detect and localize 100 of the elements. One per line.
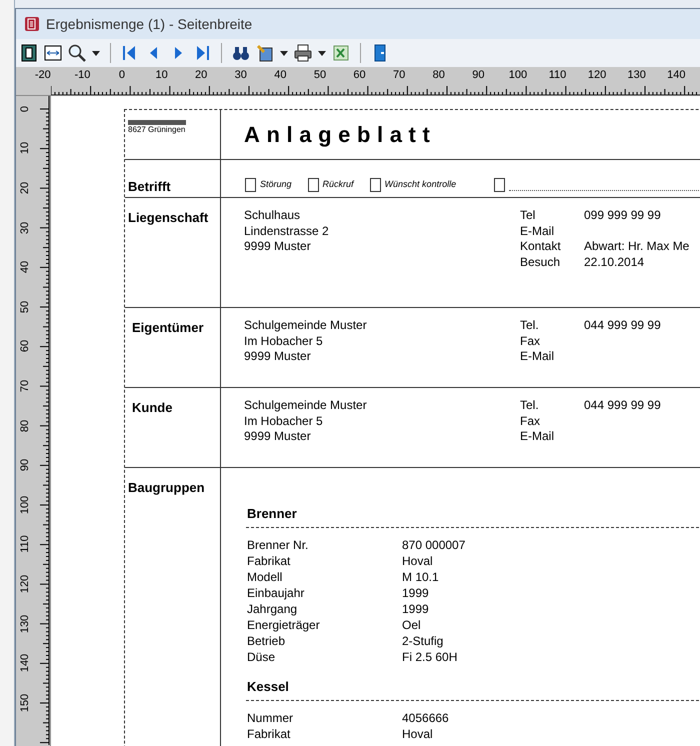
ruler-label: 110 <box>548 69 568 81</box>
fill-in-line[interactable] <box>509 190 700 191</box>
field-label: Jahrgang <box>247 601 298 617</box>
field-label: Düse <box>247 649 276 665</box>
ruler-label: 150 <box>19 694 31 712</box>
contact-value: 22.10.2014 <box>584 254 644 270</box>
field-value: 4056666 <box>402 710 449 726</box>
contact-label: Fax <box>520 414 542 429</box>
ruler-label: 110 <box>19 536 31 554</box>
field-label: Einbaujahr <box>247 585 306 601</box>
ruler-label: 70 <box>19 380 31 392</box>
report-title: Anlageblatt <box>244 121 436 149</box>
contact-label: E-Mail <box>520 349 556 364</box>
address-line: Schulhaus <box>244 208 302 224</box>
field-label: Fabrikat <box>247 726 292 742</box>
checkbox-label: Wünscht kontrolle <box>384 178 456 192</box>
row-label: Baugruppen <box>128 480 205 495</box>
ruler-label: 40 <box>19 261 31 274</box>
contact-label: Tel. <box>520 318 540 334</box>
page-width-icon[interactable] <box>44 44 62 62</box>
ruler-label: -10 <box>73 69 92 81</box>
address-line: Im Hobacher 5 <box>244 414 324 429</box>
contact-value: 044 999 99 99 <box>584 318 661 334</box>
ruler-label: 90 <box>19 459 31 472</box>
contact-label: E-Mail <box>520 429 556 444</box>
contact-value: 044 999 99 99 <box>584 398 661 414</box>
address-line: 9999 Muster <box>244 349 312 364</box>
caret-icon[interactable] <box>318 50 326 56</box>
redacted-block <box>128 120 186 125</box>
ruler-label: 80 <box>19 419 31 432</box>
checkbox-label: Störung <box>260 178 292 192</box>
ruler-label: 30 <box>234 69 248 81</box>
ruler-label: 0 <box>19 106 31 112</box>
ruler-label: 60 <box>352 69 367 81</box>
field-label: Energieträger <box>247 617 321 633</box>
row-label: Liegenschaft <box>128 210 208 225</box>
field-label: Nummer <box>247 710 294 726</box>
caret-icon[interactable] <box>280 50 288 56</box>
search-icon[interactable] <box>68 44 86 62</box>
ruler-label: 50 <box>19 300 31 313</box>
ruler-label: 10 <box>154 69 169 81</box>
field-value: 1999 <box>402 585 429 601</box>
caret-icon[interactable] <box>92 50 100 56</box>
ruler-label: -20 <box>34 69 52 81</box>
ruler-label: 140 <box>19 654 31 672</box>
ruler-label: 80 <box>432 69 446 81</box>
ruler-label: 100 <box>19 496 31 514</box>
field-value: Oel <box>402 617 421 633</box>
contact-label: Tel <box>520 208 536 224</box>
field-label: Fabrikat <box>247 553 292 569</box>
field-value: Fi 2.5 60H <box>402 649 458 665</box>
contact-value: 099 999 99 99 <box>584 208 661 224</box>
address-line: Im Hobacher 5 <box>244 334 324 349</box>
row-label: Kunde <box>132 400 172 415</box>
contact-label: Kontakt <box>520 239 562 254</box>
ruler-label: 130 <box>19 614 31 633</box>
ruler-label: 120 <box>19 574 31 594</box>
contact-label: E-Mail <box>520 224 556 239</box>
ruler-label: 20 <box>194 69 208 81</box>
ruler-label: 0 <box>118 69 126 81</box>
row-label: Eigentümer <box>132 320 204 335</box>
printer-icon[interactable] <box>294 44 312 62</box>
field-value: M 10.1 <box>402 569 439 585</box>
export-icon[interactable] <box>256 44 274 62</box>
field-value: 870 000007 <box>402 537 466 553</box>
field-label: Modell <box>247 569 284 585</box>
ruler-label: 10 <box>19 142 31 155</box>
field-value: Hoval <box>402 726 433 742</box>
ruler-label: 100 <box>508 69 528 81</box>
page-icon[interactable] <box>20 44 38 62</box>
checkbox[interactable] <box>370 178 381 192</box>
checkbox[interactable] <box>494 178 506 192</box>
address-line: Schulgemeinde Muster <box>244 318 368 334</box>
group-title: Brenner <box>247 506 298 522</box>
field-value: 1999 <box>402 601 429 617</box>
ruler-label: 90 <box>471 69 486 81</box>
checkbox[interactable] <box>308 178 319 192</box>
binoculars-icon[interactable] <box>232 44 250 62</box>
group-title: Kessel <box>247 679 290 695</box>
ruler-label: 20 <box>19 182 31 194</box>
ruler-label: 120 <box>586 69 608 81</box>
window-title: Ergebnismenge (1) - Seitenbreite <box>46 14 252 34</box>
spreadsheet-icon[interactable] <box>332 44 350 62</box>
ruler-label: 140 <box>666 69 686 81</box>
sender-address: 8627 Grüningen <box>128 125 186 135</box>
address-line: 9999 Muster <box>244 429 312 444</box>
ruler-label: 60 <box>19 340 31 352</box>
ruler-label: 70 <box>392 69 406 81</box>
contact-label: Besuch <box>520 254 562 270</box>
contact-label: Fax <box>520 334 542 349</box>
ruler-label: 40 <box>273 69 288 81</box>
ruler-label: 130 <box>626 69 647 81</box>
checkbox[interactable] <box>245 178 256 192</box>
checkbox-label: Rückruf <box>322 178 354 192</box>
address-line: Lindenstrasse 2 <box>244 224 330 239</box>
contact-value: Abwart: Hr. Max Me <box>584 239 690 254</box>
field-label: Brenner Nr. <box>247 537 310 553</box>
field-label: Betrieb <box>247 633 286 649</box>
row-label: Betrifft <box>128 179 171 194</box>
app-icon <box>24 16 40 32</box>
